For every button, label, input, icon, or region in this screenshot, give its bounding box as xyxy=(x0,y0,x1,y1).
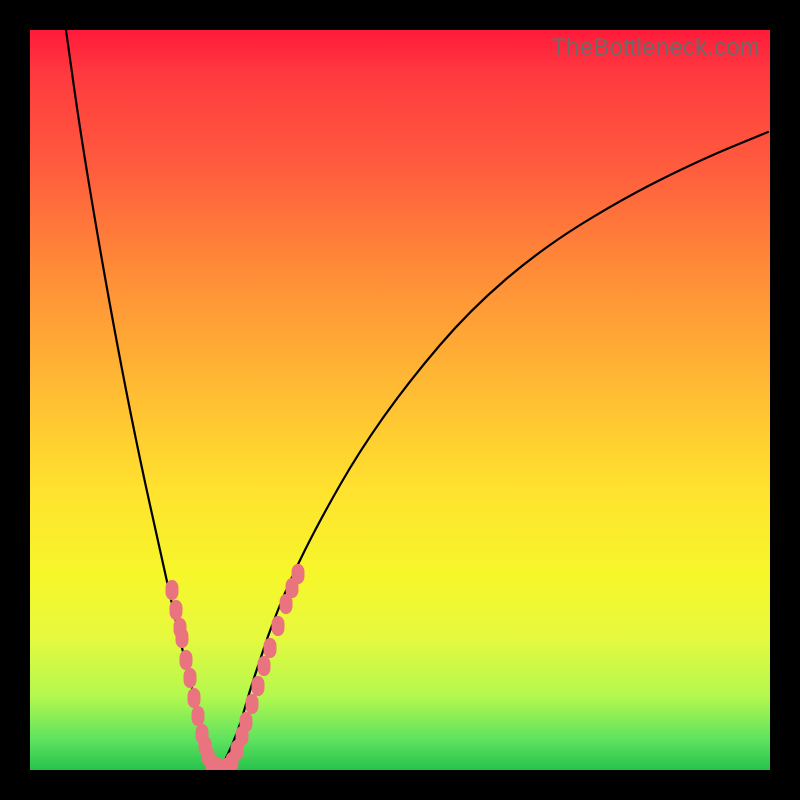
curve-svg xyxy=(30,30,770,770)
plot-area: TheBottleneck.com xyxy=(30,30,770,770)
curve-marker xyxy=(272,616,285,636)
curve-marker xyxy=(258,656,271,676)
curve-marker xyxy=(246,694,259,714)
curve-marker xyxy=(184,668,197,688)
curve-marker xyxy=(180,650,193,670)
curve-marker xyxy=(192,706,205,726)
curve-marker xyxy=(292,564,305,584)
curve-marker xyxy=(252,676,265,696)
curve-marker xyxy=(166,580,179,600)
curve-marker xyxy=(240,712,253,732)
curve-marker xyxy=(176,628,189,648)
curve-marker xyxy=(170,600,183,620)
curve-marker xyxy=(264,638,277,658)
bottleneck-curve xyxy=(66,30,768,765)
curve-marker xyxy=(188,688,201,708)
chart-frame: TheBottleneck.com xyxy=(0,0,800,800)
